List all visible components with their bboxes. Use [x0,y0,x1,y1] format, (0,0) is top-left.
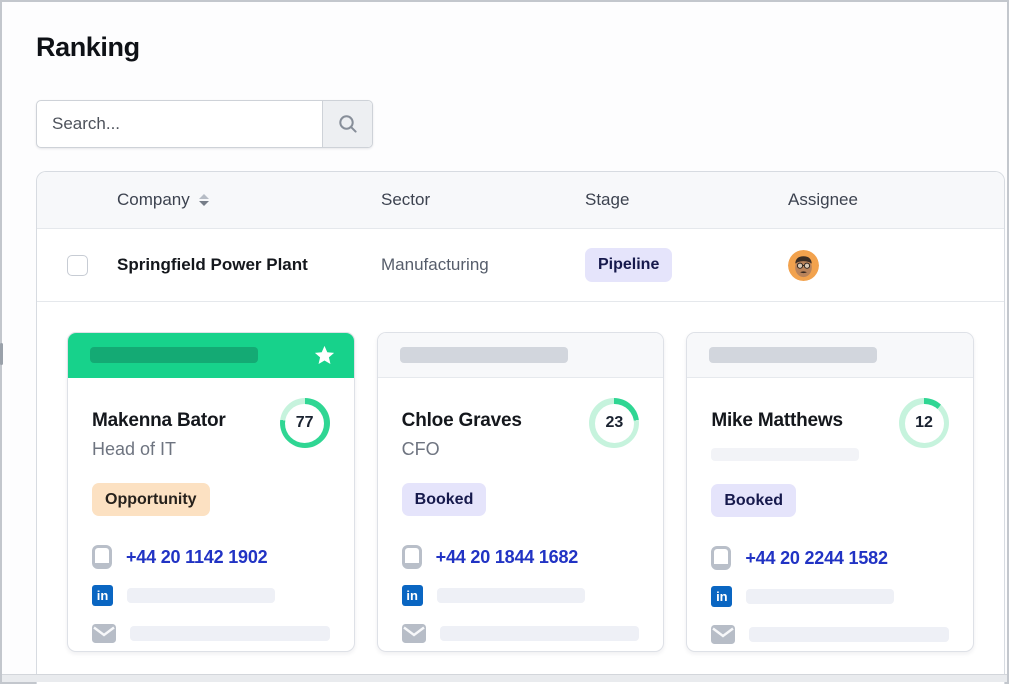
person-name: Chloe Graves [402,410,522,432]
email-skeleton-bar [130,626,330,641]
header-skeleton-bar [400,347,568,363]
left-scrollbar-thumb[interactable] [0,343,3,365]
column-header-company[interactable]: Company [117,190,381,210]
score-ring: 23 [589,398,639,448]
status-badge: Booked [402,483,487,516]
email-skeleton-bar [440,626,640,641]
mail-icon [402,624,426,643]
stage-badge: Pipeline [585,248,672,281]
phone-row: +44 20 1142 1902 [92,545,330,569]
header-skeleton-bar [709,347,877,363]
column-header-assignee[interactable]: Assignee [788,190,1004,210]
linkedin-icon[interactable]: in [711,586,732,607]
card-header [687,333,973,378]
score-value: 77 [285,404,324,443]
contact-cards-row: Makenna Bator Head of IT 77 Opportunity [37,302,1004,652]
contact-card[interactable]: Mike Matthews 12 Booked +44 20 2244 [686,332,974,652]
horizontal-scrollbar[interactable] [2,674,1007,682]
ranking-table-panel: Company Sector Stage Assignee Springfiel [36,171,1005,684]
person-name: Makenna Bator [92,410,226,432]
sector-cell: Manufacturing [381,255,585,275]
phone-icon [402,545,422,569]
table-row[interactable]: Springfield Power Plant Manufacturing Pi… [37,229,1004,302]
search-button[interactable] [322,101,372,147]
search-input[interactable] [37,101,322,147]
contact-card[interactable]: Chloe Graves CFO 23 Booked +44 20 184 [377,332,665,652]
person-role: Head of IT [92,439,226,460]
search-bar [36,100,373,148]
role-skeleton-bar [711,448,859,461]
mail-icon [92,624,116,643]
column-header-sector[interactable]: Sector [381,190,585,210]
score-ring: 12 [899,398,949,448]
linkedin-icon[interactable]: in [402,585,423,606]
email-row [402,621,640,645]
row-checkbox[interactable] [67,255,88,276]
person-role: CFO [402,439,522,460]
card-header-featured [68,333,354,378]
phone-icon [711,546,731,570]
column-header-stage[interactable]: Stage [585,190,788,210]
linkedin-icon[interactable]: in [92,585,113,606]
email-row [711,622,949,646]
phone-link[interactable]: +44 20 1844 1682 [436,547,578,568]
linkedin-skeleton-bar [127,588,275,603]
contact-card[interactable]: Makenna Bator Head of IT 77 Opportunity [67,332,355,652]
person-name: Mike Matthews [711,410,859,432]
phone-icon [92,545,112,569]
page-title: Ranking [36,32,1009,63]
table-header-row: Company Sector Stage Assignee [37,172,1004,229]
score-value: 23 [595,404,634,443]
score-value: 12 [905,404,944,443]
linkedin-row: in [92,583,330,607]
linkedin-skeleton-bar [746,589,894,604]
email-skeleton-bar [749,627,949,642]
phone-row: +44 20 2244 1582 [711,546,949,570]
star-icon[interactable] [313,344,336,367]
app-window: Ranking Company [0,0,1009,684]
status-badge: Booked [711,484,796,517]
assignee-avatar[interactable] [788,250,819,281]
mail-icon [711,625,735,644]
email-row [92,621,330,645]
card-header [378,333,664,378]
linkedin-skeleton-bar [437,588,585,603]
company-cell: Springfield Power Plant [117,255,381,275]
linkedin-row: in [402,583,640,607]
phone-row: +44 20 1844 1682 [402,545,640,569]
status-badge: Opportunity [92,483,210,516]
linkedin-row: in [711,584,949,608]
header-skeleton-bar [90,347,258,363]
score-ring: 77 [280,398,330,448]
sort-icon[interactable] [199,194,209,206]
search-icon [337,113,359,135]
phone-link[interactable]: +44 20 1142 1902 [126,547,267,568]
phone-link[interactable]: +44 20 2244 1582 [745,548,887,569]
